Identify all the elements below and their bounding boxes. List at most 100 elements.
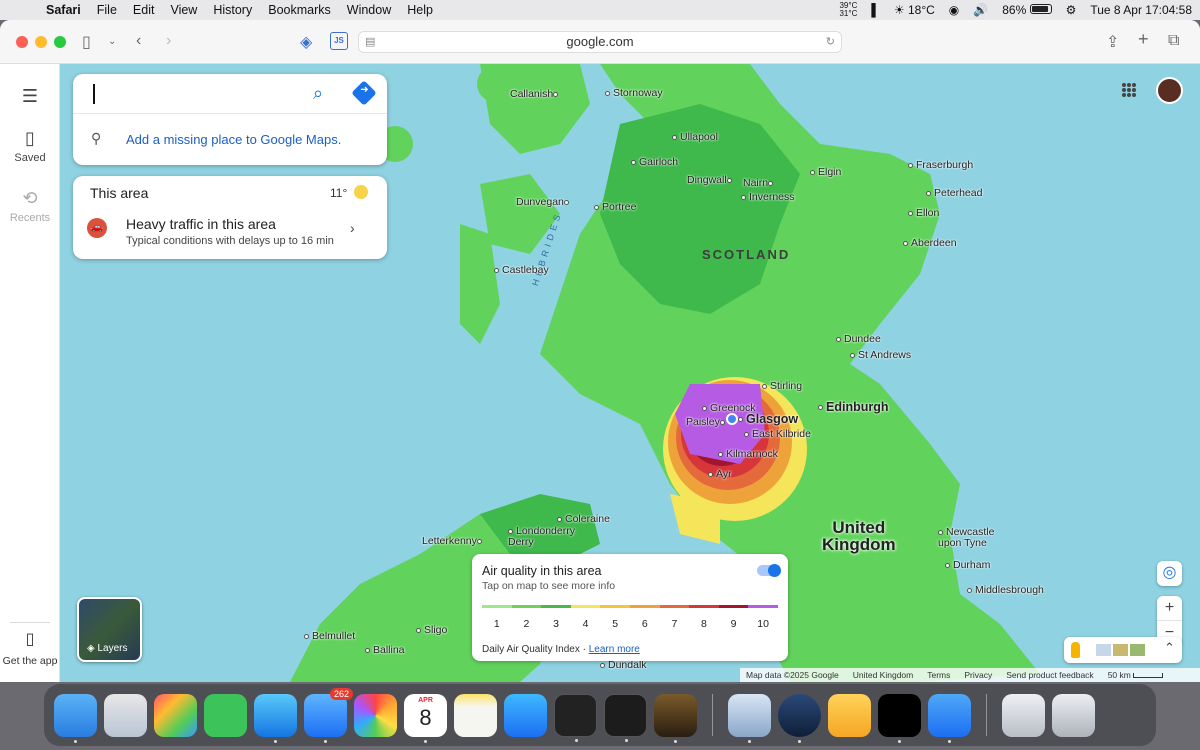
place-east-kilbride[interactable]: East Kilbride xyxy=(744,428,811,440)
shazam-icon[interactable]: ◉ xyxy=(949,3,959,17)
feedback-link[interactable]: Send product feedback xyxy=(1006,670,1093,680)
share-icon[interactable]: ⇪ xyxy=(1106,32,1119,52)
dock-steam[interactable] xyxy=(778,693,821,743)
close-window-button[interactable] xyxy=(16,36,28,48)
saved-button[interactable]: ▯ Saved xyxy=(0,128,60,164)
place-edinburgh[interactable]: Edinburgh xyxy=(818,400,889,414)
get-app-button[interactable]: ▯ Get the app xyxy=(0,622,60,667)
country-link[interactable]: United Kingdom xyxy=(853,670,913,680)
menu-app[interactable]: Safari xyxy=(38,3,89,17)
place-middlesbrough[interactable]: Middlesbrough xyxy=(967,584,1044,596)
place-paisley[interactable]: Paisley xyxy=(686,416,728,428)
control-center-icon[interactable]: ⚙ xyxy=(1066,3,1077,17)
avatar[interactable] xyxy=(1156,77,1183,104)
menu-button[interactable]: ☰ xyxy=(0,86,60,110)
place-aberdeen[interactable]: Aberdeen xyxy=(903,237,957,249)
google-apps-icon[interactable] xyxy=(1122,83,1136,97)
dock-activity-monitor[interactable] xyxy=(604,693,647,742)
dock-safari[interactable] xyxy=(254,693,297,743)
my-location-button[interactable]: ◎ xyxy=(1157,561,1182,586)
battery-widget[interactable]: 86% xyxy=(1002,3,1052,17)
place-dunvegan[interactable]: Dunvegan xyxy=(516,196,572,208)
imagery-thumb-2[interactable] xyxy=(1113,644,1128,656)
menu-window[interactable]: Window xyxy=(339,3,399,17)
zoom-in-button[interactable]: + xyxy=(1157,596,1182,621)
place-newcastle[interactable]: Newcastle upon Tyne xyxy=(938,527,1018,549)
menu-file[interactable]: File xyxy=(89,3,125,17)
zoom-window-button[interactable] xyxy=(54,36,66,48)
terms-link[interactable]: Terms xyxy=(927,670,950,680)
page-menu-icon[interactable]: ▤ xyxy=(365,32,375,52)
search-input[interactable] xyxy=(93,84,313,104)
minimize-window-button[interactable] xyxy=(35,36,47,48)
place-stornoway[interactable]: Stornoway xyxy=(605,87,663,99)
place-ballina[interactable]: Ballina xyxy=(365,644,405,656)
add-place-link[interactable]: Add a missing place to Google Maps. xyxy=(126,132,341,147)
expand-icon[interactable]: ⌃ xyxy=(1164,640,1175,656)
menubar-clock[interactable]: Tue 8 Apr 17:04:58 xyxy=(1090,3,1192,17)
tab-overview-icon[interactable]: ⧉ xyxy=(1168,32,1179,50)
dock-preview[interactable] xyxy=(728,693,771,743)
place-gairloch[interactable]: Gairloch xyxy=(631,156,678,168)
phone-icon[interactable]: ▌ xyxy=(871,3,880,17)
place-letterkenny[interactable]: Letterkenny xyxy=(422,535,485,547)
menu-bookmarks[interactable]: Bookmarks xyxy=(260,3,339,17)
place-castlebay[interactable]: Castlebay xyxy=(494,264,549,276)
dock-launchpad[interactable] xyxy=(154,693,197,737)
dock-game[interactable] xyxy=(654,693,697,743)
dock-mail[interactable]: 262 xyxy=(304,687,353,743)
current-location-marker[interactable] xyxy=(726,413,738,425)
temperature-sensor[interactable]: 39°C 31°C xyxy=(839,2,857,18)
place-dundee[interactable]: Dundee xyxy=(836,333,881,345)
menu-history[interactable]: History xyxy=(205,3,260,17)
place-coleraine[interactable]: Coleraine xyxy=(557,513,610,525)
dock-x[interactable] xyxy=(878,693,921,743)
place-belmullet[interactable]: Belmullet xyxy=(304,630,355,642)
place-londonderry[interactable]: Londonderry Derry xyxy=(508,526,588,548)
dock-finder[interactable] xyxy=(54,693,97,743)
layers-button[interactable]: ◈ Layers xyxy=(77,597,142,662)
dock-tips[interactable] xyxy=(828,693,871,737)
place-peterhead[interactable]: Peterhead xyxy=(926,187,982,199)
menu-help[interactable]: Help xyxy=(399,3,441,17)
dock-trash[interactable] xyxy=(1052,693,1095,737)
directions-icon[interactable] xyxy=(351,80,377,106)
weather-widget[interactable]: ☀ 18°C xyxy=(894,3,935,17)
dock-iphone-mirroring[interactable] xyxy=(104,693,147,737)
pegman-icon[interactable] xyxy=(1071,642,1080,658)
place-sligo[interactable]: Sligo xyxy=(416,624,447,636)
reload-icon[interactable]: ↻ xyxy=(826,32,835,52)
place-nairn[interactable]: Nairn xyxy=(743,177,776,189)
imagery-thumb-3[interactable] xyxy=(1130,644,1145,656)
extension-cube-icon[interactable]: ◈ xyxy=(300,32,312,52)
dock-notes[interactable] xyxy=(454,693,497,737)
dock-messages[interactable] xyxy=(204,693,247,737)
js-extension-icon[interactable]: JS xyxy=(330,32,348,50)
place-ayr[interactable]: Ayr xyxy=(708,468,732,480)
place-callanish[interactable]: Callanish xyxy=(510,88,561,100)
place-kilmarnock[interactable]: Kilmarnock xyxy=(718,448,778,460)
learn-more-link[interactable]: Learn more xyxy=(589,644,640,655)
place-portree[interactable]: Portree xyxy=(594,201,636,213)
place-glasgow[interactable]: Glasgow xyxy=(738,412,798,426)
place-stirling[interactable]: Stirling xyxy=(762,380,802,392)
place-dingwall[interactable]: Dingwall xyxy=(687,174,735,186)
dock-weather[interactable] xyxy=(928,693,971,743)
recents-button[interactable]: ⟲ Recents xyxy=(0,188,60,224)
place-elgin[interactable]: Elgin xyxy=(810,166,841,178)
menu-view[interactable]: View xyxy=(162,3,205,17)
place-ellon[interactable]: Ellon xyxy=(908,207,939,219)
back-button[interactable]: ‹ xyxy=(136,32,141,50)
forward-button[interactable]: › xyxy=(166,32,171,50)
volume-icon[interactable]: 🔊 xyxy=(973,3,988,17)
dock-downloads[interactable] xyxy=(1002,693,1045,737)
address-bar[interactable]: ▤ google.com ↻ xyxy=(358,31,842,53)
search-icon[interactable]: ⌕ xyxy=(313,83,323,104)
dock-terminal[interactable] xyxy=(554,693,597,742)
privacy-link[interactable]: Privacy xyxy=(964,670,992,680)
new-tab-button[interactable]: + xyxy=(1138,29,1149,50)
place-inverness[interactable]: Inverness xyxy=(741,191,795,203)
place-ullapool[interactable]: Ullapool xyxy=(672,131,718,143)
place-durham[interactable]: Durham xyxy=(945,559,990,571)
place-st-andrews[interactable]: St Andrews xyxy=(850,349,911,361)
